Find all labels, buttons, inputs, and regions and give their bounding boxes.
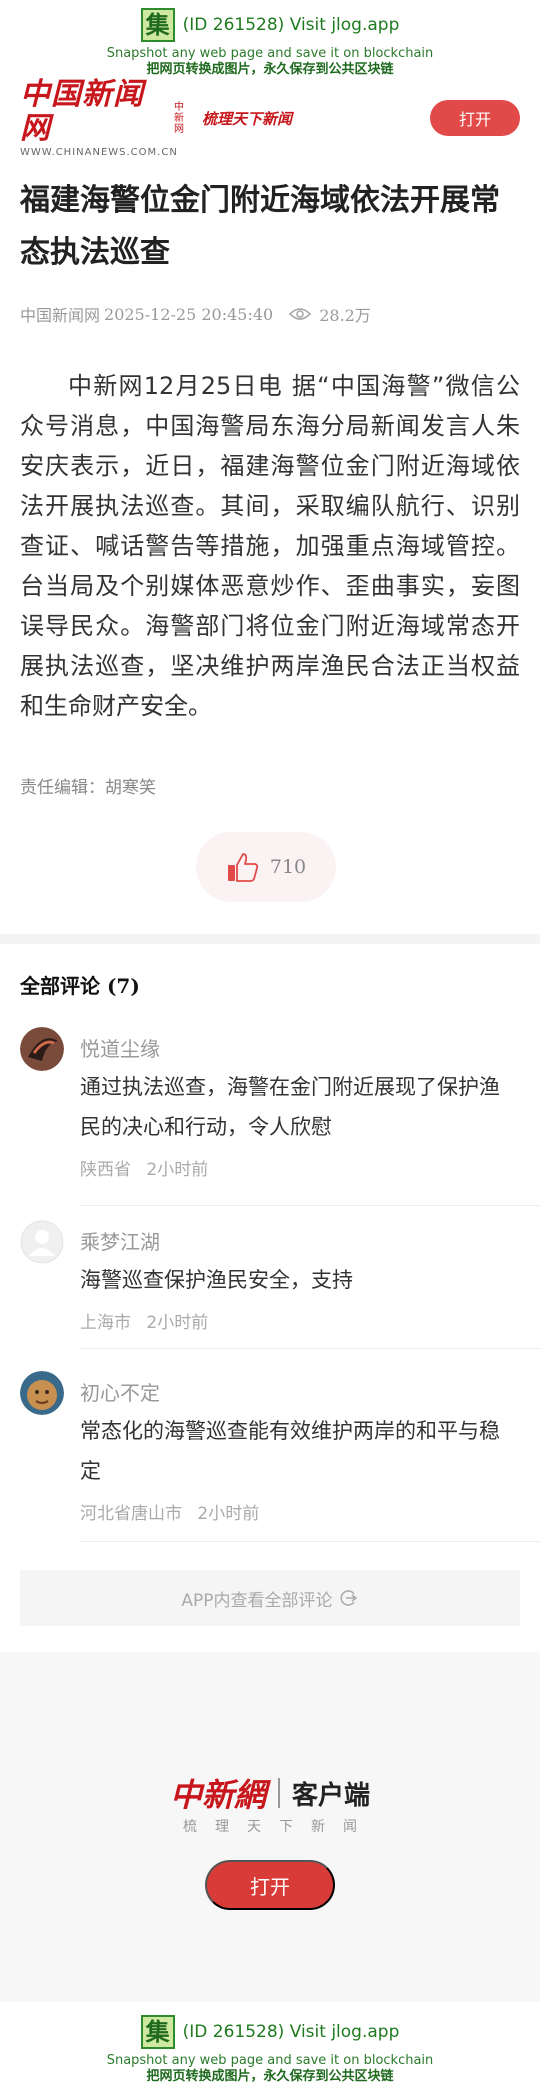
view-all-comments-button[interactable]: APP内查看全部评论	[20, 1570, 520, 1626]
comment-time: 2小时前	[146, 1160, 209, 1180]
view-count: 28.2万	[319, 306, 371, 325]
comment-text: 海警巡查保护渔民安全，支持	[80, 1268, 353, 1292]
comment-divider	[80, 1205, 540, 1206]
promo-brand: 中新網 客户端	[0, 1770, 540, 1816]
jlog-tagline-cn: 把网页转换成图片，永久保存到公共区块链	[146, 2069, 394, 2084]
brand-name: 中国新闻网	[20, 77, 144, 146]
comment-location: 河北省唐山市	[80, 1504, 182, 1524]
jlog-banner-top[interactable]: 集 (ID 261528) Visit jlog.app Snapshot an…	[0, 0, 540, 80]
comment-divider	[80, 1348, 540, 1349]
eye-icon	[289, 308, 312, 320]
comments-count: (7)	[106, 974, 140, 998]
jlog-title-row: 集 (ID 261528) Visit jlog.app	[0, 2007, 540, 2051]
comment-text: 通过执法巡查，海警在金门附近展现了保护渔民的决心和行动，令人欣慰	[80, 1075, 500, 1139]
comments-heading: 全部评论 (7)	[20, 970, 140, 999]
comment-time: 2小时前	[197, 1504, 260, 1524]
brand-vertical-text: 中新网	[174, 101, 184, 135]
jlog-visit-text[interactable]: (ID 261528) Visit jlog.app	[183, 15, 400, 35]
comment-meta: 上海市 2小时前	[80, 1308, 208, 1333]
jlog-visit-text[interactable]: (ID 261528) Visit jlog.app	[183, 2022, 400, 2042]
comment-divider	[80, 1541, 540, 1542]
comment-text: 常态化的海警巡查能有效维护两岸的和平与稳定	[80, 1419, 500, 1483]
article-meta: 中国新闻网 2025-12-25 20:45:40 28.2万	[20, 302, 371, 326]
promo-subtitle: 梳理天下新闻	[183, 1819, 375, 1835]
avatar[interactable]	[20, 1220, 64, 1264]
comment-location: 陕西省	[80, 1160, 131, 1180]
article-body: 中新网12月25日电 据“中国海警”微信公众号消息，中国海警局东海分局新闻发言人…	[20, 372, 520, 720]
comments-heading-label: 全部评论	[20, 974, 100, 998]
comment-meta: 陕西省 2小时前	[80, 1155, 208, 1180]
jlog-logo-icon: 集	[140, 2015, 175, 2049]
article-title: 福建海警位金门附近海域依法开展常态执法巡查	[20, 183, 500, 270]
article-editor: 责任编辑：胡寒笑	[20, 778, 156, 798]
jlog-tagline-en: Snapshot any web page and save it on blo…	[106, 46, 434, 61]
promo-open-button[interactable]: 打开	[205, 1860, 335, 1910]
avatar[interactable]	[20, 1027, 64, 1071]
jlog-logo-icon: 集	[140, 8, 175, 42]
open-app-button[interactable]: 打开	[430, 100, 520, 136]
like-count: 710	[269, 856, 307, 878]
avatar[interactable]	[20, 1371, 64, 1415]
promo-client-label: 客户端	[292, 1780, 371, 1811]
promo-divider	[278, 1778, 280, 1808]
app-promo: 中新網 客户端 梳理天下新闻 打开	[0, 1652, 540, 2002]
thumbs-up-icon	[227, 853, 259, 882]
comment-meta: 河北省唐山市 2小时前	[80, 1499, 259, 1524]
article-source: 中国新闻网	[20, 306, 101, 325]
comment-location: 上海市	[80, 1313, 131, 1333]
arrow-right-icon	[340, 1590, 357, 1606]
brand-url: WWW.CHINANEWS.COM.CN	[20, 147, 178, 158]
comment-author: 悦道尘缘	[80, 1037, 160, 1061]
brand-slogan: 梳理天下新闻	[202, 109, 293, 128]
jlog-title-row: 集 (ID 261528) Visit jlog.app	[0, 0, 540, 44]
site-header: 中国新闻网 WWW.CHINANEWS.COM.CN 中新网 梳理天下新闻 打开	[0, 78, 540, 158]
like-button[interactable]: 710	[196, 832, 336, 902]
article-datetime: 2025-12-25 20:45:40	[104, 304, 274, 324]
comment-author: 乘梦江湖	[80, 1230, 160, 1254]
promo-logo: 中新網	[169, 1776, 266, 1814]
jlog-tagline-cn: 把网页转换成图片，永久保存到公共区块链	[146, 62, 394, 77]
brand-logo[interactable]: 中国新闻网 WWW.CHINANEWS.COM.CN	[20, 77, 178, 159]
jlog-tagline-en: Snapshot any web page and save it on blo…	[106, 2053, 434, 2068]
view-all-comments-label: APP内查看全部评论	[181, 1590, 333, 1611]
section-separator	[0, 934, 540, 944]
jlog-banner-bottom[interactable]: 集 (ID 261528) Visit jlog.app Snapshot an…	[0, 2007, 540, 2087]
comment-author: 初心不定	[80, 1381, 160, 1405]
comment-time: 2小时前	[146, 1313, 209, 1333]
